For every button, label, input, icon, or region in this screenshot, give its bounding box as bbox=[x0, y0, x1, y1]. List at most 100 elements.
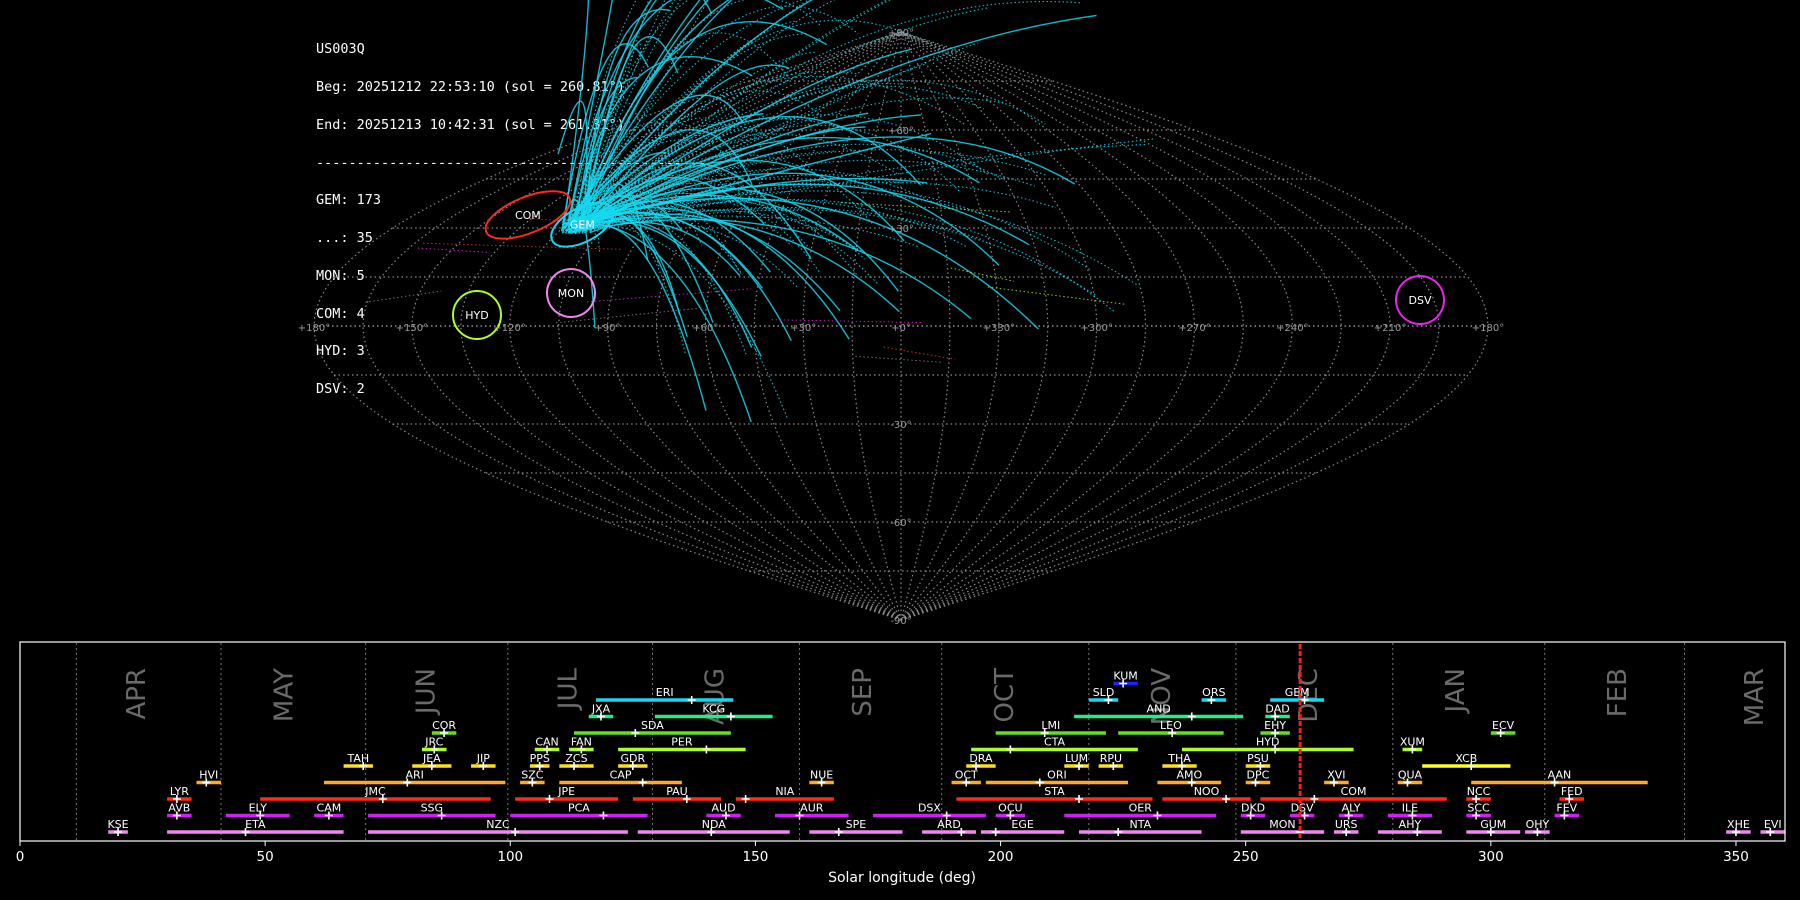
meteor-trail bbox=[568, 199, 1116, 313]
month-label: JAN bbox=[1441, 668, 1471, 714]
shower-peak-marker bbox=[722, 811, 730, 820]
shower-label-rpu: RPU bbox=[1100, 752, 1122, 765]
shower-peak-marker bbox=[1472, 795, 1481, 803]
shower-label-psu: PSU bbox=[1247, 752, 1269, 765]
shower-label-zcs: ZCS bbox=[565, 752, 587, 765]
shower-peak-marker bbox=[535, 762, 544, 770]
shower-label-jrc: JRC bbox=[424, 736, 443, 749]
shower-peak-marker bbox=[241, 828, 250, 836]
shower-peak-marker bbox=[1187, 778, 1196, 787]
x-tick-label: 350 bbox=[1723, 849, 1749, 865]
shower-label-kcg: KCG bbox=[702, 703, 725, 716]
shower-peak-marker bbox=[687, 696, 696, 704]
x-tick-label: 200 bbox=[988, 849, 1014, 865]
shower-label-mon: MON bbox=[1269, 818, 1295, 831]
radiant-label-gem: GEM bbox=[570, 219, 595, 232]
shower-label-ncc: NCC bbox=[1467, 785, 1491, 798]
shower-label-lmi: LMI bbox=[1041, 719, 1060, 732]
sky-tick-labels: +180° +150° +120° +90° +60° +30° +0° +330° +300°… bbox=[298, 28, 1504, 627]
meteor-trail bbox=[583, 224, 707, 411]
shower-peak-marker bbox=[437, 811, 446, 820]
shower-peak-marker bbox=[682, 795, 691, 803]
shower-peak-marker bbox=[1413, 828, 1422, 836]
shower-label-ege: EGE bbox=[1011, 818, 1033, 831]
radiant-label-hyd: HYD bbox=[465, 309, 488, 322]
shower-peak-marker bbox=[378, 795, 387, 803]
shower-peak-marker bbox=[795, 811, 804, 820]
shower-peak-marker bbox=[1075, 795, 1083, 803]
shower-peak-marker bbox=[1119, 679, 1128, 688]
timeline-frame bbox=[19, 641, 1786, 842]
shower-peak-marker bbox=[172, 795, 181, 803]
shower-peak-marker bbox=[631, 729, 640, 737]
shower-label-ard: ARD bbox=[937, 818, 961, 831]
shower-peak-marker bbox=[702, 745, 711, 754]
month-label: FEB bbox=[1603, 668, 1633, 717]
shower-peak-marker bbox=[1295, 828, 1304, 836]
shower-peak-marker bbox=[1560, 811, 1569, 820]
shower-label-ahy: AHY bbox=[1399, 818, 1422, 831]
shower-label-pps: PPS bbox=[530, 752, 550, 765]
shower-peak-marker bbox=[1486, 828, 1495, 836]
shower-label-ocu: OCU bbox=[998, 802, 1022, 815]
shower-peak-marker bbox=[1300, 811, 1309, 820]
shower-label-amo: AMO bbox=[1176, 769, 1202, 782]
shower-label-nzc: NZC bbox=[486, 818, 510, 831]
x-tick-label: 50 bbox=[257, 849, 274, 865]
shower-label-sda: SDA bbox=[641, 719, 664, 732]
shower-label-sta: STA bbox=[1044, 785, 1065, 798]
month-label: NOV bbox=[1147, 668, 1177, 725]
shower-label-xcb: XCB bbox=[1455, 752, 1477, 765]
shower-peak-marker bbox=[1403, 778, 1412, 787]
shower-label-hvi: HVI bbox=[199, 769, 218, 782]
shower-label-dra: DRA bbox=[969, 752, 993, 765]
shower-label-leo: LEO bbox=[1160, 719, 1182, 732]
shower-label-urs: URS bbox=[1335, 818, 1358, 831]
shower-peak-marker bbox=[1550, 778, 1559, 787]
shower-label-kse: KSE bbox=[107, 818, 128, 831]
shower-label-cam: CAM bbox=[317, 802, 342, 815]
shower-label-dad: DAD bbox=[1265, 703, 1289, 716]
shower-label-jpe: JPE bbox=[557, 785, 575, 798]
month-label: MAR bbox=[1740, 668, 1770, 726]
shower-label-aan: AAN bbox=[1548, 769, 1572, 782]
shower-label-eta: ETA bbox=[245, 818, 266, 831]
shower-label-ecv: ECV bbox=[1492, 719, 1515, 732]
shower-label-oer: OER bbox=[1129, 802, 1153, 815]
shower-label-com: COM bbox=[1341, 785, 1367, 798]
shower-peak-marker bbox=[962, 778, 971, 787]
shower-peak-marker bbox=[1408, 745, 1417, 754]
shower-label-hyd: HYD bbox=[1256, 736, 1279, 749]
x-tick-label: 300 bbox=[1478, 849, 1504, 865]
shower-label-can: CAN bbox=[535, 736, 558, 749]
shower-peak-marker bbox=[1565, 795, 1574, 803]
shower-label-eri: ERI bbox=[656, 686, 674, 699]
shower-peak-marker bbox=[1109, 762, 1118, 770]
shower-peak-marker bbox=[1271, 745, 1280, 754]
month-label: DEC bbox=[1294, 668, 1324, 723]
latitude-tick-label: -30° bbox=[890, 420, 911, 431]
month-label: SEP bbox=[848, 668, 878, 717]
shower-peak-marker bbox=[1168, 729, 1177, 737]
longitude-tick-label: +300° bbox=[1080, 323, 1112, 334]
shower-peak-marker bbox=[1153, 811, 1162, 820]
shower-label-pau: PAU bbox=[666, 785, 688, 798]
shower-label-per: PER bbox=[671, 736, 693, 749]
longitude-tick-label: +210° bbox=[1374, 323, 1406, 334]
shower-peak-marker bbox=[479, 762, 488, 770]
shower-peak-marker bbox=[359, 762, 368, 770]
shower-label-ori: ORI bbox=[1047, 769, 1067, 782]
shower-peak-marker bbox=[1040, 729, 1049, 737]
shower-label-ely: ELY bbox=[249, 802, 268, 815]
shower-peak-marker bbox=[1496, 729, 1505, 737]
shower-peak-marker bbox=[741, 795, 750, 803]
shower-label-jip: JIP bbox=[476, 752, 490, 765]
month-label: AUG bbox=[701, 668, 731, 725]
x-tick-label: 100 bbox=[497, 849, 523, 865]
shower-label-and: AND bbox=[1147, 703, 1171, 716]
meteor-trail bbox=[883, 346, 956, 360]
longitude-tick-label: +120° bbox=[493, 323, 525, 334]
shower-label-nue: NUE bbox=[810, 769, 833, 782]
shower-peak-marker bbox=[817, 778, 826, 787]
x-tick-label: 250 bbox=[1233, 849, 1259, 865]
